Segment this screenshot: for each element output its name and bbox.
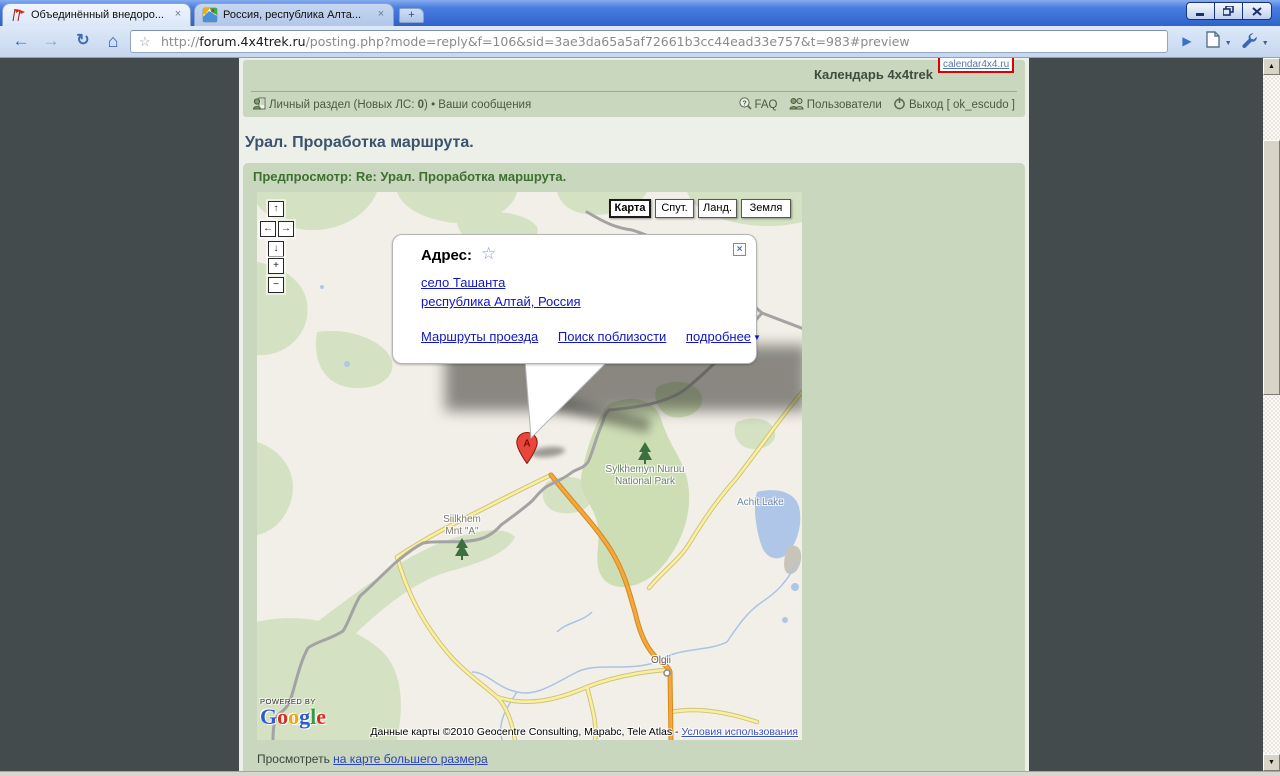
- wrench-icon: [1241, 32, 1257, 48]
- close-window-button[interactable]: [1243, 3, 1271, 19]
- titlebar: Объединённый внедоро... × Россия, респуб…: [0, 0, 1280, 26]
- map-label-mountain: SiilkhemMnt "A": [422, 514, 502, 538]
- minimize-button[interactable]: [1187, 3, 1215, 19]
- map-marker-pin[interactable]: A: [516, 432, 538, 464]
- bookmark-star-icon[interactable]: ☆: [139, 31, 151, 52]
- calendar-label: Календарь 4x4trek: [814, 67, 933, 82]
- home-icon[interactable]: ⌂: [100, 28, 126, 54]
- tab-maps-title: Россия, республика Алта...: [223, 4, 369, 26]
- pan-right-button[interactable]: →: [278, 221, 294, 237]
- page-menu-button[interactable]: ▼: [1202, 28, 1236, 54]
- tab-close-icon[interactable]: ×: [374, 8, 388, 22]
- forum-header-panel: Календарь 4x4trek calendar4x4.ru Личный …: [243, 60, 1025, 117]
- personal-section-link[interactable]: Личный раздел (Новых ЛС: 0): [269, 99, 428, 111]
- calendar-promo-link[interactable]: calendar4x4.ru: [938, 58, 1014, 73]
- preview-panel: Предпросмотр: Re: Урал. Проработка маршр…: [243, 163, 1025, 771]
- logout-power-icon: [893, 97, 906, 110]
- address-link-line1[interactable]: село Ташанта: [421, 273, 581, 292]
- forum-favicon-icon: [10, 7, 26, 23]
- zoom-out-button[interactable]: −: [268, 277, 284, 293]
- url-host: forum.4x4trek.ru: [199, 34, 305, 49]
- search-nearby-link[interactable]: Поиск поблизости: [558, 329, 666, 344]
- new-tab-button[interactable]: +: [399, 8, 424, 23]
- bullet-separator: •: [431, 99, 435, 111]
- close-icon: [1252, 7, 1262, 16]
- more-link[interactable]: подробнее: [686, 329, 751, 344]
- map-label-city: Olgii: [651, 655, 671, 667]
- pan-down-button[interactable]: ↓: [268, 241, 284, 257]
- faq-link[interactable]: FAQ: [755, 99, 778, 111]
- users-link[interactable]: Пользователи: [807, 99, 882, 111]
- users-icon: [789, 97, 804, 110]
- map-type-earth-button[interactable]: Земля: [741, 199, 791, 218]
- town-marker-olgii: [664, 670, 670, 676]
- view-prefix: Просмотреть: [257, 752, 333, 766]
- session-links: ? FAQ Пользователи Выход [ ok_esc: [739, 97, 1016, 111]
- tab-forum[interactable]: Объединённый внедоро... ×: [2, 3, 191, 26]
- map-type-terrain-button[interactable]: Ланд.: [698, 199, 737, 218]
- scroll-up-button[interactable]: ▲: [1263, 58, 1280, 75]
- svg-text:?: ?: [742, 98, 747, 107]
- your-posts-link[interactable]: Ваши сообщения: [438, 99, 531, 111]
- minimize-icon: [1196, 7, 1206, 16]
- page-viewport: Календарь 4x4trek calendar4x4.ru Личный …: [0, 58, 1263, 771]
- terms-link[interactable]: Условия использования: [681, 726, 798, 738]
- personal-links: Личный раздел (Новых ЛС: 0) • Ваши сообщ…: [253, 97, 531, 111]
- tools-menu-button[interactable]: ▼: [1238, 28, 1272, 54]
- map-label-lake: Achit Lake: [737, 497, 784, 509]
- zoom-in-button[interactable]: +: [268, 258, 284, 274]
- tab-forum-title: Объединённый внедоро...: [31, 4, 166, 26]
- google-branding: POWERED BY Google: [260, 697, 326, 728]
- preview-title: Предпросмотр: Re: Урал. Проработка маршр…: [253, 169, 566, 184]
- map-type-map-button[interactable]: Карта: [609, 199, 651, 218]
- logout-link[interactable]: Выход [ ok_escudo ]: [909, 99, 1015, 111]
- info-bubble: × Адрес: ☆ село Ташанта республика Алтай…: [392, 234, 757, 364]
- go-button[interactable]: ▶: [1174, 28, 1200, 54]
- google-logo: Google: [260, 706, 326, 728]
- url-scheme: http://: [161, 34, 199, 49]
- browser-window: Объединённый внедоро... × Россия, респуб…: [0, 0, 1280, 776]
- window-controls: [1186, 2, 1272, 20]
- forum-content-column: Календарь 4x4trek calendar4x4.ru Личный …: [239, 58, 1029, 771]
- bubble-close-icon[interactable]: ×: [733, 243, 746, 256]
- marker-letter: A: [523, 439, 530, 450]
- pan-up-button[interactable]: ↑: [268, 201, 284, 217]
- restore-icon: [1223, 6, 1234, 16]
- browser-toolbar: ← → ↻ ⌂ ☆ http://forum.4x4trek.ru/postin…: [0, 26, 1280, 58]
- google-map[interactable]: SiilkhemMnt "A" Sylkhemyn NuruuNational …: [257, 192, 802, 740]
- back-icon[interactable]: ←: [8, 28, 34, 54]
- tab-maps[interactable]: Россия, республика Алта... ×: [194, 3, 394, 26]
- scrollbar-thumb[interactable]: [1263, 140, 1280, 395]
- forward-icon[interactable]: →: [38, 28, 64, 54]
- restore-button[interactable]: [1215, 3, 1243, 19]
- page-icon: [1206, 31, 1220, 48]
- view-larger-map-link[interactable]: на карте большего размера: [333, 752, 488, 766]
- pan-left-button[interactable]: ←: [260, 221, 276, 237]
- map-attribution: Данные карты ©2010 Geocentre Consulting,…: [370, 726, 798, 738]
- url-bar[interactable]: ☆ http://forum.4x4trek.ru/posting.php?mo…: [130, 30, 1168, 53]
- faq-icon: ?: [739, 97, 752, 110]
- reload-icon[interactable]: ↻: [70, 28, 96, 54]
- maps-favicon-icon: [202, 7, 218, 23]
- directions-link[interactable]: Маршруты проезда: [421, 329, 538, 344]
- tools-menu-caret-icon: ▼: [1262, 40, 1269, 47]
- url-text: http://forum.4x4trek.ru/posting.php?mode…: [161, 31, 1161, 52]
- address-link-line2[interactable]: республика Алтай, Россия: [421, 292, 581, 311]
- header-separator: [251, 91, 1017, 92]
- more-caret-icon: ▼: [753, 333, 761, 342]
- map-label-park: Sylkhemyn NuruuNational Park: [595, 464, 695, 488]
- url-path: /posting.php?mode=reply&f=106&sid=3ae3da…: [306, 34, 910, 49]
- view-larger-line: Просмотреть на карте большего размера: [257, 752, 488, 766]
- vertical-scrollbar[interactable]: ▲ ▼: [1263, 58, 1280, 771]
- map-type-satellite-button[interactable]: Спут.: [655, 199, 694, 218]
- user-profile-icon: [253, 97, 266, 110]
- page-menu-caret-icon: ▼: [1225, 40, 1232, 47]
- bubble-title: Адрес:: [421, 247, 472, 264]
- page-title: Урал. Проработка маршрута.: [245, 134, 474, 152]
- tab-close-icon[interactable]: ×: [171, 8, 185, 22]
- scroll-down-button[interactable]: ▼: [1263, 754, 1280, 771]
- attribution-text: Данные карты ©2010 Geocentre Consulting,…: [370, 726, 681, 738]
- bubble-star-icon[interactable]: ☆: [481, 244, 496, 264]
- window-bottom-edge: [0, 771, 1280, 776]
